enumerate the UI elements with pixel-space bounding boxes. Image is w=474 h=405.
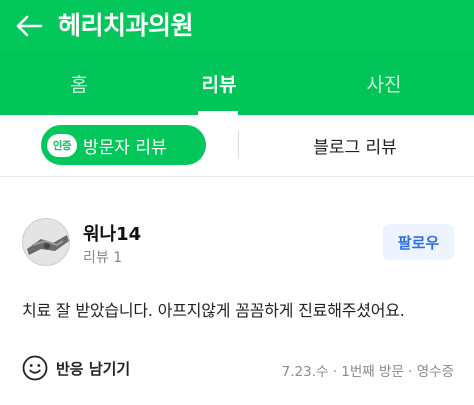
main-tabs: 홈 리뷰 사진 bbox=[0, 52, 474, 115]
reviewer-review-count: 리뷰 1 bbox=[83, 250, 123, 266]
verified-badge-label: 인증 bbox=[52, 139, 72, 152]
verified-badge: 인증 bbox=[47, 133, 77, 157]
visitor-review-label: 방문자 리뷰 bbox=[83, 137, 167, 158]
app-bar: 헤리치과의원 bbox=[0, 0, 474, 52]
reviewer-name[interactable]: 워나14 bbox=[83, 220, 141, 246]
react-label: 반응 남기기 bbox=[56, 359, 131, 378]
blog-review-tab[interactable]: 블로그 리뷰 bbox=[280, 125, 430, 165]
smiley-icon bbox=[22, 355, 48, 381]
visitor-review-tab[interactable]: 인증 방문자 리뷰 bbox=[41, 125, 206, 165]
review-type-tabs: 인증 방문자 리뷰 블로그 리뷰 bbox=[0, 115, 474, 177]
avatar-image bbox=[23, 219, 69, 265]
react-button[interactable]: 반응 남기기 bbox=[22, 354, 130, 382]
back-button[interactable] bbox=[12, 9, 46, 43]
tab-reviews[interactable]: 리뷰 bbox=[140, 52, 298, 115]
tab-photos[interactable]: 사진 bbox=[305, 52, 463, 115]
tab-home[interactable]: 홈 bbox=[0, 52, 158, 115]
tab-divider bbox=[238, 131, 239, 159]
page-title: 헤리치과의원 bbox=[58, 11, 194, 40]
review-text: 치료 잘 받았습니다. 아프지않게 꼼꼼하게 진료해주셨어요. bbox=[22, 301, 405, 320]
back-arrow-icon bbox=[16, 15, 43, 37]
visit-meta: 7.23.수 · 1번째 방문 · 영수증 bbox=[281, 364, 454, 380]
follow-button[interactable]: 팔로우 bbox=[383, 224, 454, 260]
avatar[interactable] bbox=[22, 218, 70, 266]
